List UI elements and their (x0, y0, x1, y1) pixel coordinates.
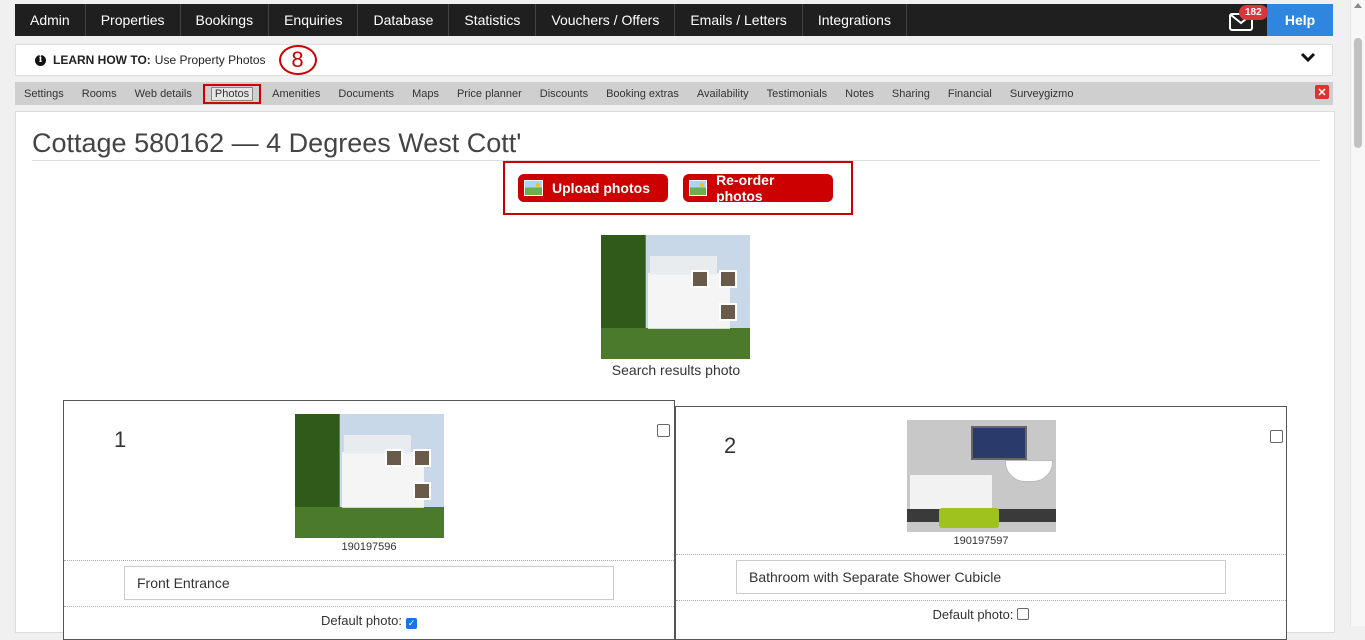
nav-bookings[interactable]: Bookings (181, 4, 270, 36)
nav-database[interactable]: Database (358, 4, 450, 36)
photo-actions-annotation: Upload photos Re-order photos (503, 161, 853, 215)
house-window (413, 449, 431, 467)
scroll-up-arrow[interactable] (1354, 3, 1362, 8)
reorder-photos-button[interactable]: Re-order photos (683, 172, 833, 204)
photo-id: 190197597 (953, 535, 1009, 547)
tab-rooms[interactable]: Rooms (73, 88, 126, 100)
info-icon: i (35, 54, 46, 66)
search-results-photo[interactable] (601, 235, 750, 359)
tab-photos-label: Photos (210, 86, 254, 101)
nav-enquiries[interactable]: Enquiries (269, 4, 359, 36)
tab-discounts[interactable]: Discounts (531, 88, 597, 100)
tab-price-planner[interactable]: Price planner (448, 88, 531, 100)
photo-card-1: 1 190197596 Front Entrance Default photo… (63, 400, 675, 640)
tab-booking-extras[interactable]: Booking extras (597, 88, 688, 100)
nav-statistics[interactable]: Statistics (449, 4, 537, 36)
property-tab-bar: Settings Rooms Web details Photos Amenit… (15, 82, 1333, 105)
house-window (413, 482, 431, 500)
learn-how-to-bar[interactable]: i LEARN HOW TO: Use Property Photos 8 (15, 44, 1333, 76)
nav-emails-letters[interactable]: Emails / Letters (675, 4, 803, 36)
tab-financial[interactable]: Financial (939, 88, 1001, 100)
scroll-thumb[interactable] (1354, 38, 1362, 148)
chevron-down-icon[interactable] (1300, 51, 1316, 63)
default-photo-row: Default photo: ✓ (64, 613, 674, 629)
image-icon (689, 180, 708, 196)
photo-select-checkbox[interactable] (1270, 430, 1283, 443)
card-divider (676, 600, 1286, 601)
page-scrollbar[interactable] (1350, 0, 1365, 626)
tab-notes[interactable]: Notes (836, 88, 883, 100)
tab-testimonials[interactable]: Testimonials (758, 88, 837, 100)
tab-availability[interactable]: Availability (688, 88, 758, 100)
close-icon[interactable]: ✕ (1315, 85, 1329, 99)
step-number-annotation: 8 (278, 45, 317, 75)
upload-photos-label: Upload photos (552, 180, 650, 196)
photo-number: 1 (114, 427, 127, 452)
photo-select-checkbox[interactable] (657, 424, 670, 437)
house-window (719, 270, 737, 288)
photo-id: 190197596 (341, 541, 397, 553)
photo-thumbnail[interactable] (295, 414, 444, 538)
nav-vouchers-offers[interactable]: Vouchers / Offers (536, 4, 676, 36)
tab-photos[interactable]: Photos (202, 83, 262, 104)
card-divider (64, 606, 674, 607)
tab-maps[interactable]: Maps (403, 88, 448, 100)
bathroom-mat (939, 508, 999, 528)
tab-settings[interactable]: Settings (15, 88, 73, 100)
nav-properties[interactable]: Properties (86, 4, 181, 36)
photo-description-input[interactable]: Front Entrance (124, 566, 614, 600)
house-window (385, 449, 403, 467)
card-divider (64, 560, 674, 561)
photo-number: 2 (724, 433, 737, 458)
learn-prefix: LEARN HOW TO: (53, 53, 151, 67)
reorder-photos-label: Re-order photos (716, 172, 775, 204)
default-photo-label: Default photo: (932, 607, 1014, 622)
learn-text: Use Property Photos (154, 53, 266, 67)
mail-count-badge: 182 (1239, 5, 1268, 20)
image-icon (524, 180, 543, 196)
default-photo-checkbox[interactable] (1017, 608, 1030, 620)
bathroom-screen (971, 426, 1027, 460)
photo-thumbnail[interactable] (907, 420, 1056, 532)
default-photo-checkbox[interactable]: ✓ (405, 618, 417, 629)
house-window (719, 303, 737, 321)
mail-button[interactable]: 182 (1215, 4, 1268, 36)
house-window (691, 270, 709, 288)
tab-sharing[interactable]: Sharing (883, 88, 939, 100)
nav-admin[interactable]: Admin (15, 4, 86, 36)
tab-surveygizmo[interactable]: Surveygizmo (1001, 88, 1083, 100)
help-button[interactable]: Help (1267, 4, 1333, 36)
nav-integrations[interactable]: Integrations (803, 4, 907, 36)
bathroom-sink (1005, 460, 1053, 482)
tab-documents[interactable]: Documents (329, 88, 403, 100)
upload-photos-button[interactable]: Upload photos (518, 174, 668, 202)
search-results-caption: Search results photo (611, 362, 741, 378)
top-navigation: Admin Properties Bookings Enquiries Data… (15, 4, 1333, 36)
content-panel: Cottage 580162 — 4 Degrees West Cott' Up… (15, 111, 1335, 640)
photo-card-2: 2 190197597 Bathroom with Separate Showe… (675, 406, 1287, 640)
tab-amenities[interactable]: Amenities (263, 88, 329, 100)
photo-description-input[interactable]: Bathroom with Separate Shower Cubicle (736, 560, 1226, 594)
card-divider (676, 554, 1286, 555)
tab-web-details[interactable]: Web details (126, 88, 201, 100)
page-title: Cottage 580162 — 4 Degrees West Cott' (32, 128, 522, 158)
default-photo-row: Default photo: (676, 607, 1286, 622)
